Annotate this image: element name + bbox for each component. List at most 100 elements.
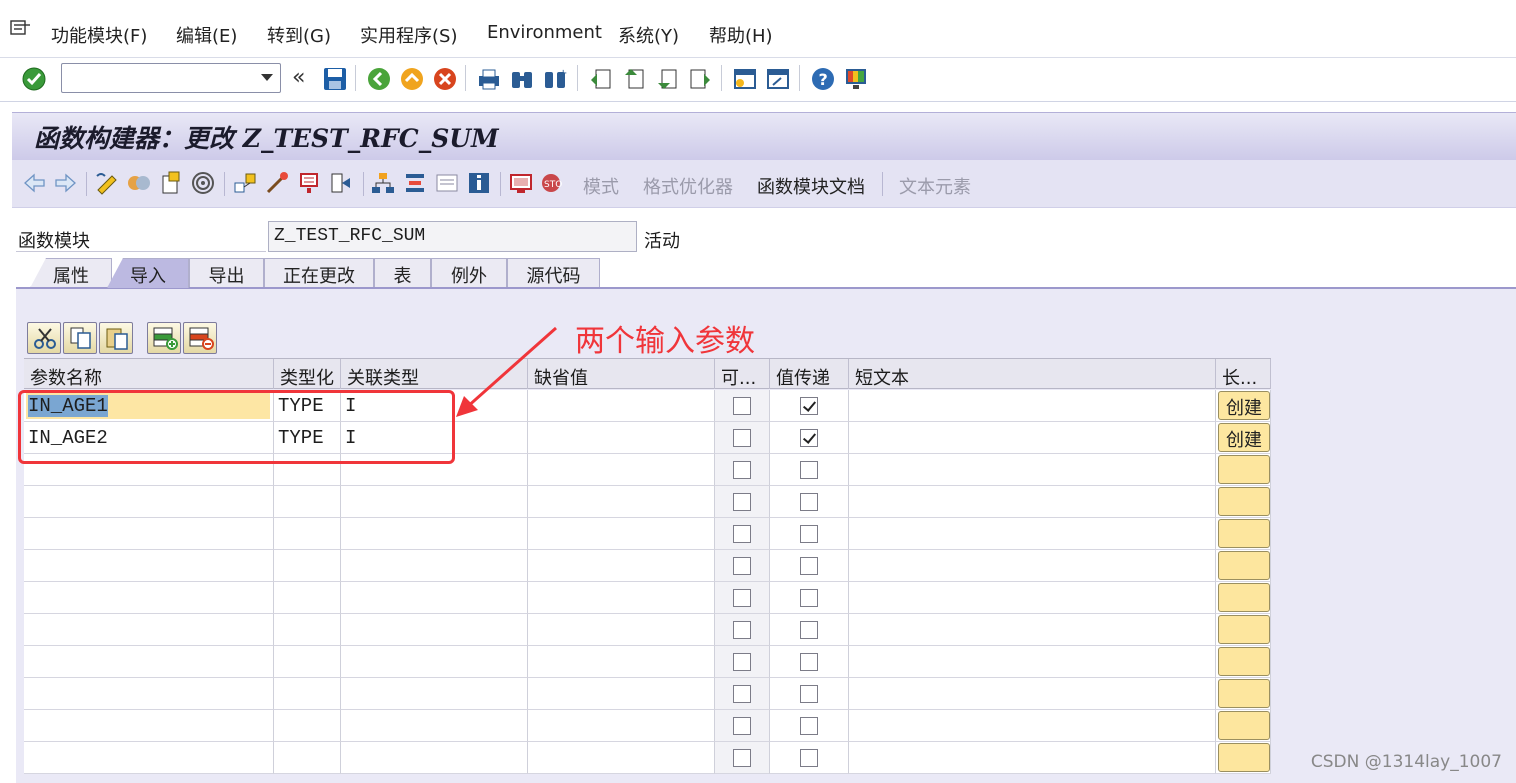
where-used-icon[interactable]: [232, 170, 258, 196]
default-value-cell[interactable]: [528, 710, 715, 742]
create-long-text-button[interactable]: 创建: [1218, 423, 1270, 452]
function-module-field[interactable]: [268, 221, 637, 252]
short-text-cell[interactable]: [849, 646, 1216, 678]
optional-checkbox-cell[interactable]: [715, 486, 770, 518]
long-text-cell[interactable]: [1216, 582, 1271, 614]
param-name-cell[interactable]: [24, 518, 274, 550]
short-text-cell[interactable]: [849, 518, 1216, 550]
menu-help[interactable]: 帮助(H): [709, 22, 773, 48]
pass-by-value-checkbox-cell[interactable]: [770, 678, 849, 710]
enter-icon[interactable]: [21, 66, 47, 92]
forward-arrow-icon[interactable]: [52, 170, 78, 196]
optional-checkbox-cell[interactable]: [715, 742, 770, 774]
param-name-cell[interactable]: [24, 486, 274, 518]
cut-button[interactable]: [27, 322, 61, 354]
shortcut-icon[interactable]: [765, 66, 791, 92]
ref-type-cell[interactable]: [341, 550, 528, 582]
long-text-cell[interactable]: [1216, 454, 1271, 486]
optional-checkbox-cell[interactable]: [715, 518, 770, 550]
create-long-text-button[interactable]: [1218, 455, 1270, 484]
ref-type-cell[interactable]: [341, 518, 528, 550]
create-long-text-button[interactable]: [1218, 487, 1270, 516]
default-value-cell[interactable]: [528, 678, 715, 710]
optional-checkbox-cell[interactable]: [715, 422, 770, 454]
delete-row-button[interactable]: [183, 322, 217, 354]
next-page-icon[interactable]: [654, 66, 680, 92]
col-typing[interactable]: 类型化: [274, 359, 341, 389]
ref-type-cell[interactable]: [341, 486, 528, 518]
short-text-cell[interactable]: [849, 710, 1216, 742]
default-value-cell[interactable]: [528, 550, 715, 582]
pass-by-value-checkbox[interactable]: [800, 653, 818, 671]
default-value-cell[interactable]: [528, 518, 715, 550]
pass-by-value-checkbox-cell[interactable]: [770, 454, 849, 486]
tab-exceptions[interactable]: 例外: [431, 258, 507, 288]
create-long-text-button[interactable]: [1218, 743, 1270, 772]
text-elements-button[interactable]: 文本元素: [899, 173, 971, 199]
previous-page-icon[interactable]: [621, 66, 647, 92]
long-text-cell[interactable]: 创建: [1216, 390, 1271, 422]
param-name-cell[interactable]: [24, 678, 274, 710]
default-value-cell[interactable]: [528, 486, 715, 518]
default-value-cell[interactable]: [528, 454, 715, 486]
typing-cell[interactable]: [274, 518, 341, 550]
long-text-cell[interactable]: [1216, 742, 1271, 774]
typing-cell[interactable]: [274, 582, 341, 614]
debug-icon[interactable]: STO: [540, 170, 566, 196]
find-icon[interactable]: [509, 66, 535, 92]
create-session-icon[interactable]: [732, 66, 758, 92]
short-text-cell[interactable]: [849, 390, 1216, 422]
pass-by-value-checkbox[interactable]: [800, 461, 818, 479]
typing-cell[interactable]: [274, 550, 341, 582]
ref-type-cell[interactable]: [341, 710, 528, 742]
optional-checkbox-cell[interactable]: [715, 614, 770, 646]
col-pass-by-value[interactable]: 值传递: [770, 359, 849, 389]
create-long-text-button[interactable]: 创建: [1218, 391, 1270, 420]
optional-checkbox-cell[interactable]: [715, 710, 770, 742]
optional-checkbox[interactable]: [733, 493, 751, 511]
optional-checkbox[interactable]: [733, 653, 751, 671]
long-text-cell[interactable]: [1216, 710, 1271, 742]
ref-type-cell[interactable]: [341, 742, 528, 774]
help-icon[interactable]: ?: [810, 66, 836, 92]
col-short-text[interactable]: 短文本: [849, 359, 1216, 389]
cancel-icon[interactable]: [432, 66, 458, 92]
optional-checkbox[interactable]: [733, 589, 751, 607]
create-long-text-button[interactable]: [1218, 711, 1270, 740]
tab-tables[interactable]: 表: [374, 258, 431, 288]
menu-edit[interactable]: 编辑(E): [176, 22, 237, 48]
back-arrow-icon[interactable]: [22, 170, 48, 196]
active-inactive-icon[interactable]: [126, 170, 152, 196]
pass-by-value-checkbox[interactable]: [800, 397, 818, 415]
exit-icon[interactable]: [399, 66, 425, 92]
ref-type-cell[interactable]: [341, 646, 528, 678]
function-module-input[interactable]: [269, 222, 629, 250]
pass-by-value-checkbox[interactable]: [800, 589, 818, 607]
short-text-cell[interactable]: [849, 454, 1216, 486]
customize-layout-icon[interactable]: [843, 66, 869, 92]
menu-utilities[interactable]: 实用程序(S): [360, 22, 457, 48]
optional-checkbox[interactable]: [733, 557, 751, 575]
paste-button[interactable]: [99, 322, 133, 354]
pass-by-value-checkbox-cell[interactable]: [770, 582, 849, 614]
center-icon[interactable]: [402, 170, 428, 196]
pass-by-value-checkbox-cell[interactable]: [770, 710, 849, 742]
optional-checkbox-cell[interactable]: [715, 454, 770, 486]
function-module-doc-button[interactable]: 函数模块文档: [757, 173, 865, 199]
tab-changing[interactable]: 正在更改: [264, 258, 374, 288]
optional-checkbox[interactable]: [733, 397, 751, 415]
create-long-text-button[interactable]: [1218, 647, 1270, 676]
ref-type-cell[interactable]: [341, 614, 528, 646]
create-long-text-button[interactable]: [1218, 551, 1270, 580]
col-param-name[interactable]: 参数名称: [24, 359, 274, 389]
default-value-cell[interactable]: [528, 582, 715, 614]
check-icon[interactable]: [158, 170, 184, 196]
pass-by-value-checkbox-cell[interactable]: [770, 422, 849, 454]
activate-icon[interactable]: [190, 170, 216, 196]
pass-by-value-checkbox[interactable]: [800, 525, 818, 543]
pass-by-value-checkbox-cell[interactable]: [770, 390, 849, 422]
ref-type-cell[interactable]: [341, 582, 528, 614]
param-name-cell[interactable]: [24, 550, 274, 582]
optional-checkbox[interactable]: [733, 749, 751, 767]
print-icon[interactable]: [476, 66, 502, 92]
